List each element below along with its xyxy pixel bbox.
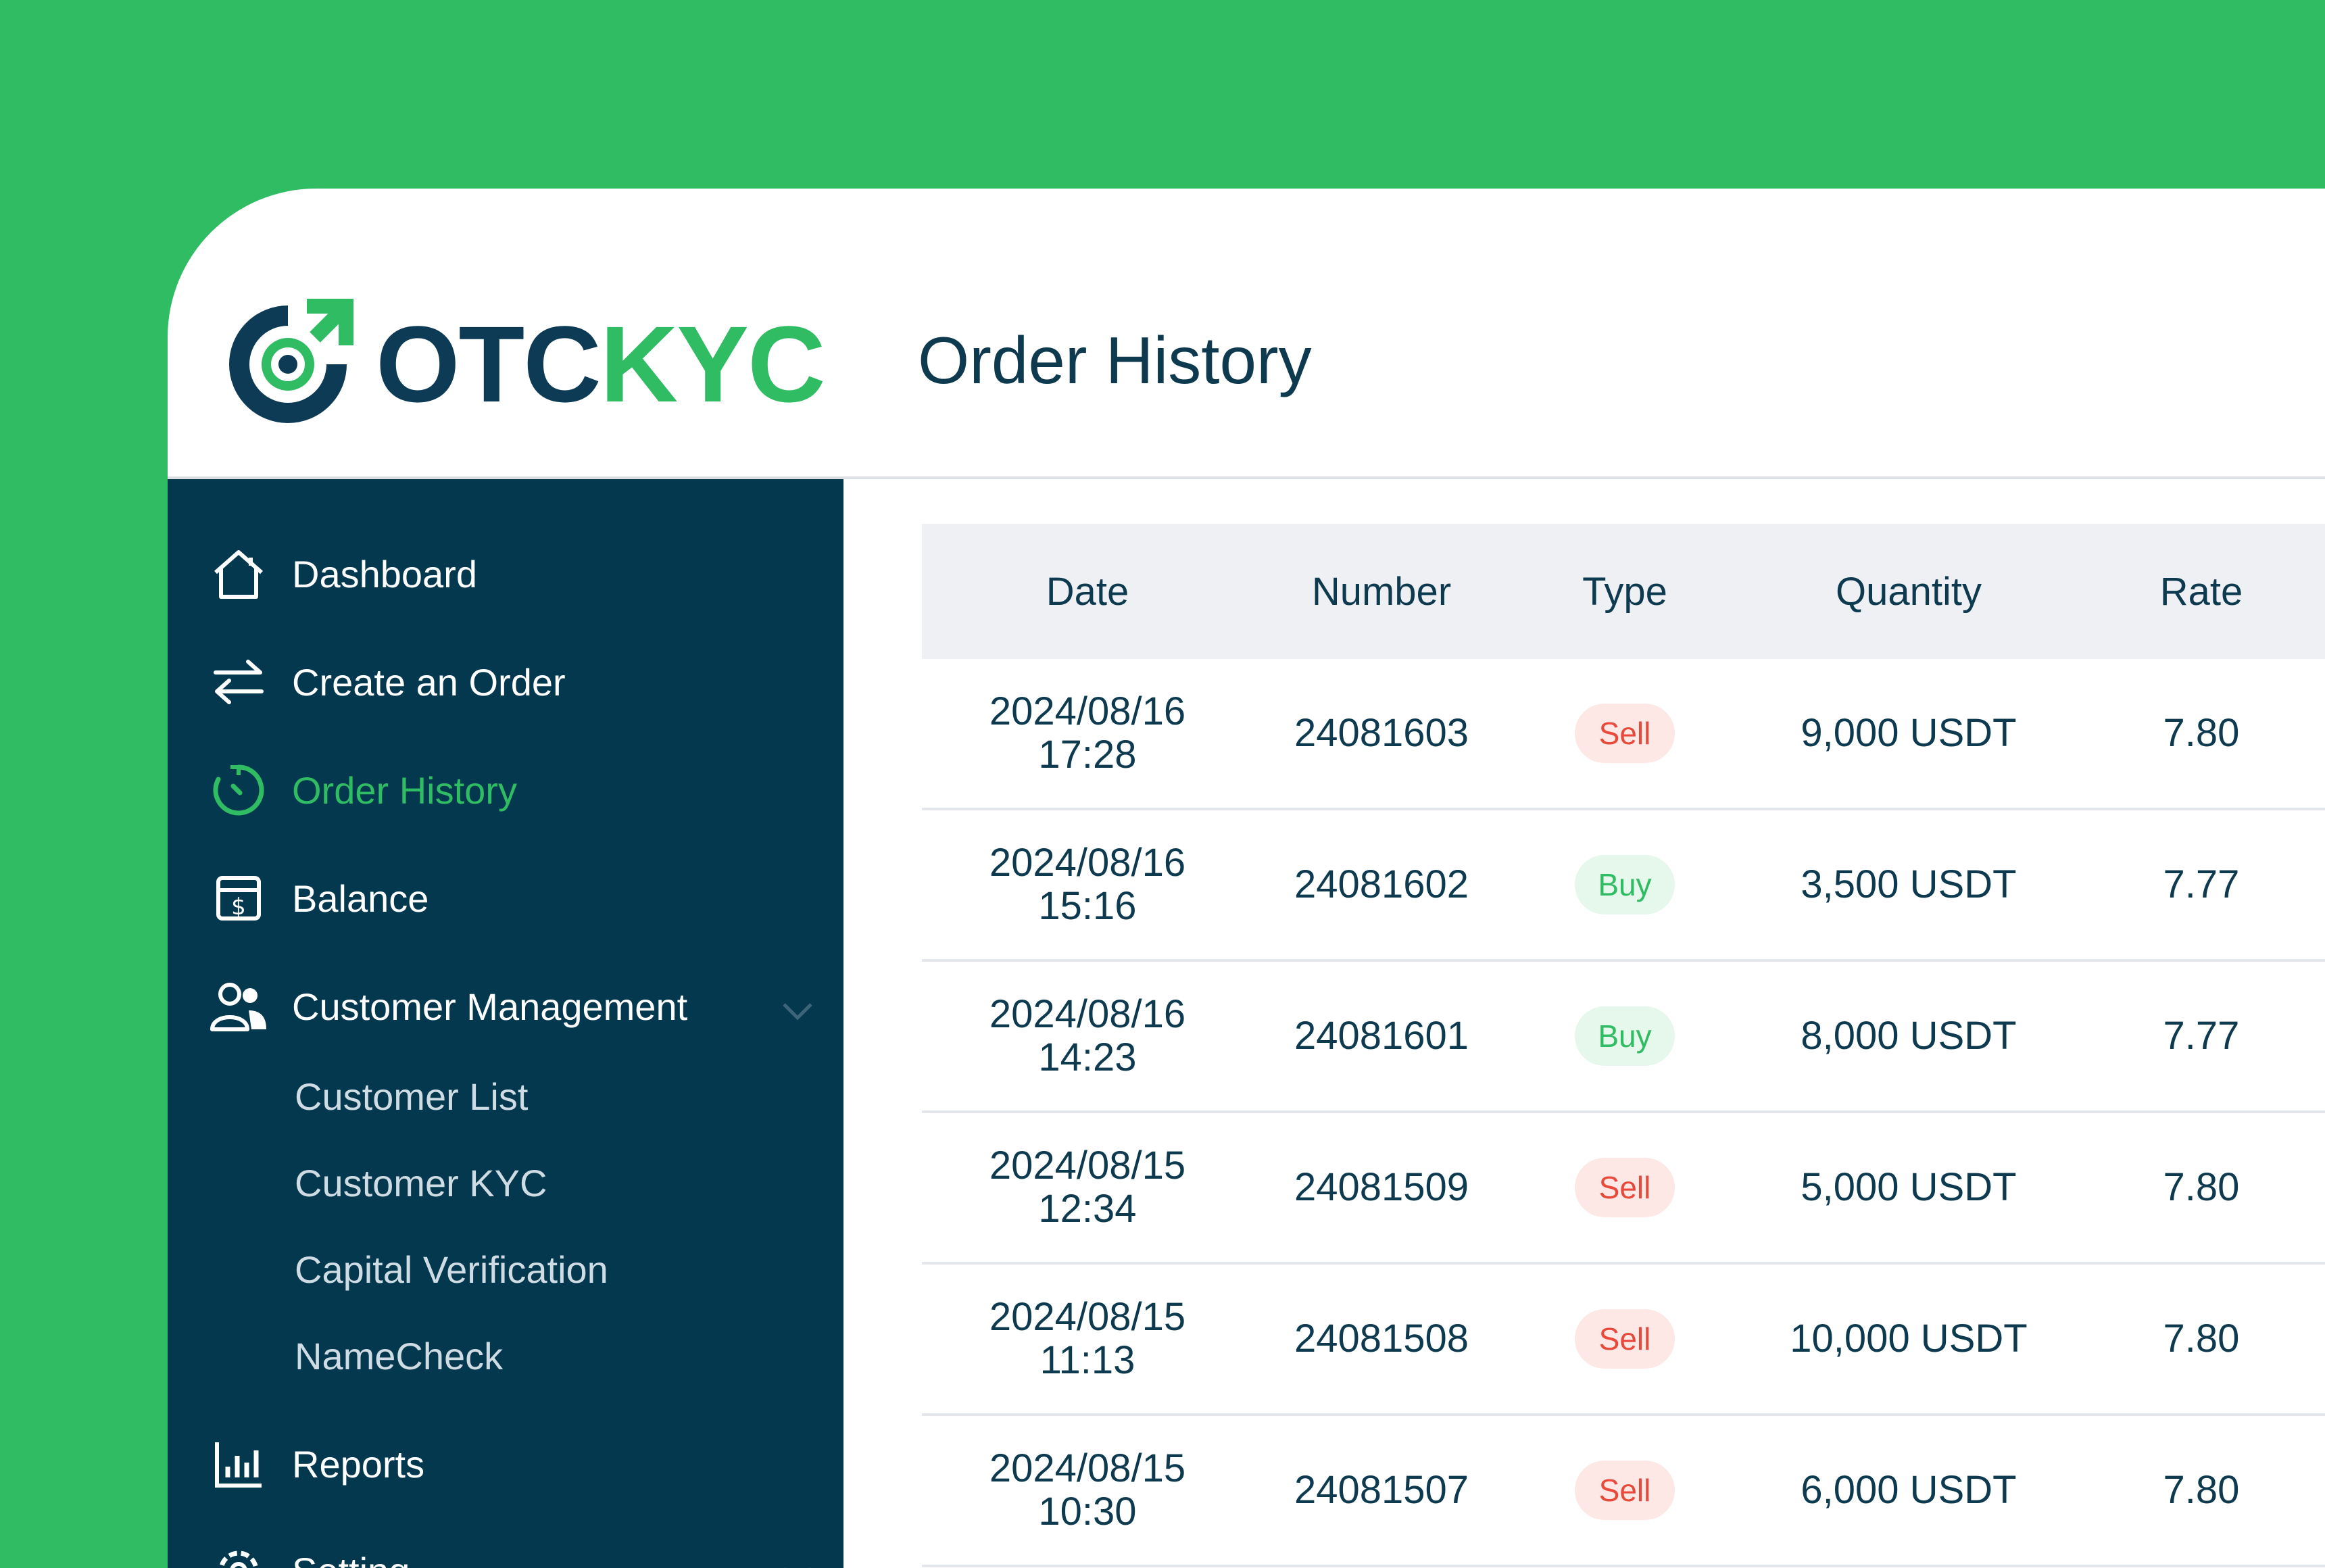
page-title: Order History	[918, 323, 1312, 397]
column-header-rate[interactable]: Rate	[2078, 524, 2325, 659]
cell-rate: 7.77	[2163, 862, 2240, 907]
sidebar-item-label: Reports	[292, 1442, 425, 1486]
cell-number: 24081509	[1294, 1165, 1469, 1210]
cell-quantity: 3,500 USDT	[1801, 862, 2017, 907]
status-badge: Sell	[1575, 1461, 1675, 1520]
cell-date: 2024/08/15 10:30	[922, 1416, 1253, 1565]
sidebar: Dashboard Create an Order Order History …	[168, 479, 843, 1568]
cell-date-time: 15:16	[1038, 884, 1137, 928]
table-row[interactable]: 2024/08/15 11:13 24081508 Sell 10,000 USD…	[922, 1265, 2325, 1416]
sidebar-item-label: Order History	[292, 768, 517, 812]
sidebar-item-label: Create an Order	[292, 660, 566, 704]
cell-date-time: 11:13	[1039, 1338, 1135, 1382]
table-row[interactable]: 2024/08/16 15:16 24081602 Buy 3,500 USDT …	[922, 810, 2325, 962]
gear-icon	[208, 1540, 269, 1568]
cell-rate: 7.80	[2163, 1468, 2240, 1513]
top-header: OTCKYC Order History	[168, 189, 2325, 479]
cell-type: Sell	[1510, 1113, 1740, 1262]
cell-date: 2024/08/16 17:28	[922, 659, 1253, 808]
cell-type: Sell	[1510, 1265, 1740, 1413]
table-row[interactable]: 2024/08/16 14:23 24081601 Buy 8,000 USDT …	[922, 962, 2325, 1113]
column-header-type[interactable]: Type	[1510, 524, 1740, 659]
cell-quantity: 5,000 USDT	[1801, 1165, 2017, 1210]
swap-icon	[208, 652, 269, 712]
cell-date-day: 2024/08/16	[989, 992, 1186, 1037]
cell-date-day: 2024/08/16	[989, 689, 1186, 734]
column-header-number[interactable]: Number	[1253, 524, 1510, 659]
sidebar-item-balance[interactable]: $ Balance	[208, 861, 816, 935]
status-badge: Sell	[1575, 1158, 1675, 1217]
brand-wordmark-kyc: KYC	[599, 303, 826, 424]
sidebar-item-order-history[interactable]: Order History	[208, 753, 816, 827]
sidebar-subitem-customer-kyc[interactable]: Customer KYC	[295, 1152, 547, 1213]
cell-rate: 7.80	[2163, 711, 2240, 756]
wallet-icon: $	[208, 868, 269, 929]
home-icon	[208, 543, 269, 604]
sidebar-item-customer-management[interactable]: Customer Management	[208, 969, 816, 1044]
brand-wordmark-otc: OTC	[376, 303, 602, 424]
cell-number: 24081601	[1294, 1014, 1469, 1058]
clock-history-icon	[208, 760, 269, 820]
chevron-down-icon[interactable]	[779, 1554, 816, 1568]
cell-quantity: 10,000 USDT	[1790, 1317, 2028, 1361]
cell-date-day: 2024/08/15	[989, 1144, 1186, 1188]
cell-quantity: 9,000 USDT	[1801, 711, 2017, 756]
cell-type: Buy	[1510, 962, 1740, 1110]
cell-number: 24081603	[1294, 711, 1469, 756]
status-badge: Buy	[1575, 1006, 1675, 1066]
cell-type: Sell	[1510, 659, 1740, 808]
sidebar-item-label: Balance	[292, 877, 429, 920]
table-row[interactable]: 2024/08/16 17:28 24081603 Sell 9,000 USDT…	[922, 659, 2325, 810]
cell-date: 2024/08/15 12:34	[922, 1113, 1253, 1262]
bar-chart-icon	[208, 1434, 269, 1494]
sidebar-subitem-namecheck[interactable]: NameCheck	[295, 1325, 503, 1386]
chevron-down-icon[interactable]	[779, 989, 816, 1033]
cell-date: 2024/08/16 14:23	[922, 962, 1253, 1110]
cell-number: 24081602	[1294, 862, 1469, 907]
cell-date: 2024/08/15 11:13	[922, 1265, 1253, 1413]
sidebar-item-reports[interactable]: Reports	[208, 1427, 816, 1501]
cell-type: Sell	[1510, 1416, 1740, 1565]
cell-date-day: 2024/08/15	[989, 1295, 1186, 1340]
cell-rate: 7.80	[2163, 1165, 2240, 1210]
sidebar-subitem-customer-list[interactable]: Customer List	[295, 1066, 528, 1127]
status-badge: Sell	[1575, 1309, 1675, 1369]
sidebar-item-setting[interactable]: Setting	[208, 1534, 816, 1568]
sidebar-item-label: Customer Management	[292, 985, 688, 1028]
status-badge: Buy	[1575, 855, 1675, 914]
cell-quantity: 6,000 USDT	[1801, 1468, 2017, 1513]
cell-rate: 7.77	[2163, 1014, 2240, 1058]
svg-text:$: $	[231, 893, 246, 921]
table-header: Date Number Type Quantity Rate	[922, 524, 2325, 659]
order-history-table: Date Number Type Quantity Rate 2024/08/1…	[922, 524, 2325, 1567]
cell-number: 24081508	[1294, 1317, 1469, 1361]
sidebar-item-create-order[interactable]: Create an Order	[208, 645, 816, 719]
cell-number: 24081507	[1294, 1468, 1469, 1513]
sidebar-item-dashboard[interactable]: Dashboard	[208, 537, 816, 611]
cell-quantity: 8,000 USDT	[1801, 1014, 2017, 1058]
cell-date-time: 14:23	[1038, 1035, 1137, 1079]
brand-logo[interactable]: OTCKYC	[220, 299, 826, 428]
cell-type: Buy	[1510, 810, 1740, 959]
table-row[interactable]: 2024/08/15 10:30 24081507 Sell 6,000 USDT…	[922, 1416, 2325, 1567]
sidebar-subitem-capital-verification[interactable]: Capital Verification	[295, 1239, 608, 1300]
cell-date-time: 10:30	[1038, 1490, 1137, 1534]
column-header-date[interactable]: Date	[922, 524, 1253, 659]
otckyc-logo-mark-icon	[229, 299, 353, 423]
users-icon	[208, 976, 269, 1037]
cell-date: 2024/08/16 15:16	[922, 810, 1253, 959]
cell-date-time: 12:34	[1038, 1187, 1137, 1231]
table-row[interactable]: 2024/08/15 12:34 24081509 Sell 5,000 USDT…	[922, 1113, 2325, 1265]
cell-date-day: 2024/08/16	[989, 841, 1186, 885]
cell-date-time: 17:28	[1038, 733, 1137, 777]
cell-date-day: 2024/08/15	[989, 1446, 1186, 1491]
sidebar-item-label: Dashboard	[292, 552, 477, 595]
app-window: OTCKYC Order History Dashboard Create an…	[168, 189, 2325, 1568]
column-header-quantity[interactable]: Quantity	[1740, 524, 2078, 659]
brand-wordmark: OTCKYC	[376, 310, 826, 418]
sidebar-item-label: Setting	[292, 1549, 410, 1568]
cell-rate: 7.80	[2163, 1317, 2240, 1361]
status-badge: Sell	[1575, 704, 1675, 763]
